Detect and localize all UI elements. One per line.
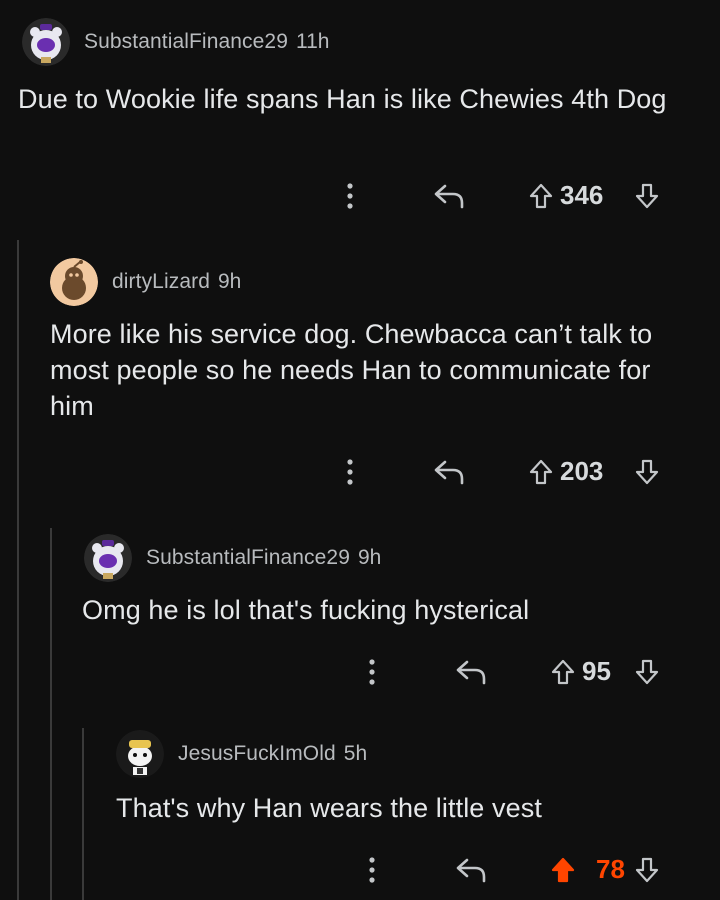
timestamp: 9h xyxy=(217,270,242,293)
downvote-arrow-icon xyxy=(635,459,659,485)
more-button[interactable] xyxy=(360,852,384,888)
upvote-button[interactable] xyxy=(526,178,556,214)
avatar[interactable] xyxy=(22,18,70,66)
avatar[interactable] xyxy=(50,258,98,306)
upvote-arrow-icon xyxy=(551,857,575,883)
more-button[interactable] xyxy=(338,454,362,490)
comment-actions: 203 xyxy=(330,454,690,490)
downvote-button[interactable] xyxy=(632,852,662,888)
upvote-button[interactable] xyxy=(526,454,556,490)
username[interactable]: dirtyLizard xyxy=(112,270,210,294)
vote-score: 95 xyxy=(582,656,611,686)
comment-header: dirtyLizard 9h xyxy=(50,258,241,306)
downvote-arrow-icon xyxy=(635,183,659,209)
more-vertical-icon xyxy=(347,183,353,209)
reply-button[interactable] xyxy=(452,654,492,690)
thread-line-level-3 xyxy=(82,728,84,900)
more-vertical-icon xyxy=(369,857,375,883)
thread-line-level-1 xyxy=(17,240,19,900)
more-button[interactable] xyxy=(360,654,384,690)
username[interactable]: SubstantialFinance29 xyxy=(84,30,288,54)
reply-button[interactable] xyxy=(430,454,470,490)
comment-text: That's why Han wears the little vest xyxy=(116,793,542,823)
comment-header: JesusFuckImOld 5h xyxy=(116,730,367,778)
reply-button[interactable] xyxy=(430,178,470,214)
comment-text: More like his service dog. Chewbacca can… xyxy=(50,319,653,421)
vote-score: 78 xyxy=(596,854,625,884)
comment-actions: 95 xyxy=(352,654,690,690)
username[interactable]: SubstantialFinance29 xyxy=(146,546,350,570)
avatar[interactable] xyxy=(116,730,164,778)
downvote-button[interactable] xyxy=(632,654,662,690)
reply-icon xyxy=(456,660,486,685)
upvote-button-active[interactable] xyxy=(548,852,578,888)
more-vertical-icon xyxy=(347,459,353,485)
reply-button[interactable] xyxy=(452,852,492,888)
comment-actions: 346 xyxy=(330,178,690,214)
timestamp: 9h xyxy=(357,546,382,569)
thread-line-level-2 xyxy=(50,528,52,900)
comment-text: Omg he is lol that's fucking hysterical xyxy=(82,595,530,625)
vote-score: 346 xyxy=(560,180,604,210)
downvote-arrow-icon xyxy=(635,857,659,883)
downvote-button[interactable] xyxy=(632,454,662,490)
timestamp: 5h xyxy=(343,742,368,765)
comment-text: Due to Wookie life spans Han is like Che… xyxy=(18,84,667,114)
downvote-button[interactable] xyxy=(632,178,662,214)
comment-header: SubstantialFinance29 11h xyxy=(22,18,329,66)
timestamp: 11h xyxy=(295,30,330,53)
vote-score: 203 xyxy=(560,456,604,486)
comment-actions: 78 xyxy=(352,852,690,888)
upvote-button[interactable] xyxy=(548,654,578,690)
more-button[interactable] xyxy=(338,178,362,214)
comment-header: SubstantialFinance29 9h xyxy=(84,534,381,582)
upvote-arrow-icon xyxy=(529,459,553,485)
username[interactable]: JesusFuckImOld xyxy=(178,742,336,766)
downvote-arrow-icon xyxy=(635,659,659,685)
reply-icon xyxy=(434,184,464,209)
reply-icon xyxy=(456,858,486,883)
more-vertical-icon xyxy=(369,659,375,685)
avatar[interactable] xyxy=(84,534,132,582)
upvote-arrow-icon xyxy=(551,659,575,685)
reply-icon xyxy=(434,460,464,485)
upvote-arrow-icon xyxy=(529,183,553,209)
